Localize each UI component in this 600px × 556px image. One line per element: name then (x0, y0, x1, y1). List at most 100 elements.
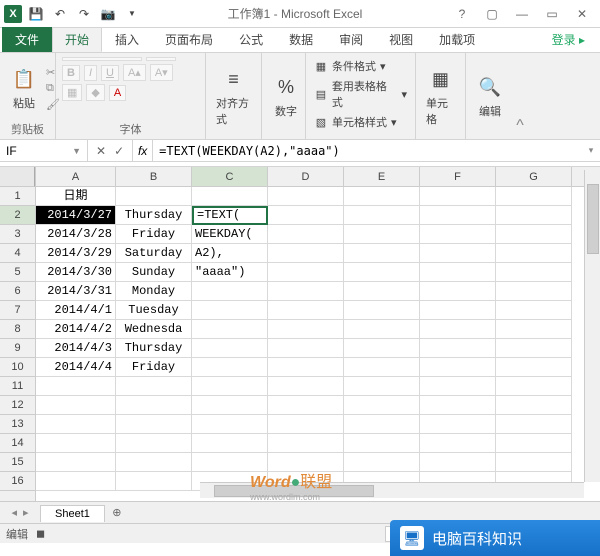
cells-area[interactable]: 日期2014/3/27 Thursday =TEXT( 2014/3/28Friday… (36, 187, 600, 491)
save-icon[interactable]: 💾 (26, 4, 46, 24)
cell-G6[interactable] (496, 282, 572, 301)
cell-E6[interactable] (344, 282, 420, 301)
cell-A3[interactable]: 2014/3/28 (36, 225, 116, 244)
cell-C1[interactable] (192, 187, 268, 206)
row-header-1[interactable]: 1 (0, 187, 35, 206)
cell-F11[interactable] (420, 377, 496, 396)
cell-D11[interactable] (268, 377, 344, 396)
cell-F8[interactable] (420, 320, 496, 339)
number-format-button[interactable]: % 数字 (268, 71, 304, 121)
cell-B14[interactable] (116, 434, 192, 453)
cell-F15[interactable] (420, 453, 496, 472)
col-header-A[interactable]: A (36, 167, 116, 186)
col-header-G[interactable]: G (496, 167, 572, 186)
col-header-E[interactable]: E (344, 167, 420, 186)
cell-F3[interactable] (420, 225, 496, 244)
cell-G1[interactable] (496, 187, 572, 206)
cell-B9[interactable]: Thursday (116, 339, 192, 358)
cell-C4[interactable]: A2), (192, 244, 268, 263)
font-size-dropdown[interactable] (146, 57, 176, 61)
cell-E5[interactable] (344, 263, 420, 282)
cell-D9[interactable] (268, 339, 344, 358)
cell-C15[interactable] (192, 453, 268, 472)
expand-formula-icon[interactable]: ▾ (582, 140, 600, 161)
cell-F9[interactable] (420, 339, 496, 358)
cell-E1[interactable] (344, 187, 420, 206)
vertical-scrollbar[interactable] (584, 170, 600, 482)
cell-A13[interactable] (36, 415, 116, 434)
cell-B16[interactable] (116, 472, 192, 491)
alignment-button[interactable]: ≡ 对齐方式 (212, 63, 255, 129)
cell-A14[interactable] (36, 434, 116, 453)
cell-A2[interactable]: 2014/3/27 (36, 206, 116, 225)
cell-C11[interactable] (192, 377, 268, 396)
cell-D8[interactable] (268, 320, 344, 339)
increase-font-button[interactable]: A▴ (123, 64, 146, 81)
cell-E9[interactable] (344, 339, 420, 358)
cell-F12[interactable] (420, 396, 496, 415)
cell-E4[interactable] (344, 244, 420, 263)
cells-button[interactable]: ▦ 单元格 (422, 63, 459, 129)
cell-E7[interactable] (344, 301, 420, 320)
decrease-font-button[interactable]: A▾ (150, 64, 173, 81)
row-header-5[interactable]: 5 (0, 263, 35, 282)
cell-G15[interactable] (496, 453, 572, 472)
minimize-icon[interactable]: — (508, 4, 536, 24)
cell-D12[interactable] (268, 396, 344, 415)
col-header-F[interactable]: F (420, 167, 496, 186)
italic-button[interactable]: I (84, 65, 97, 81)
cell-D1[interactable] (268, 187, 344, 206)
cell-B3[interactable]: Friday (116, 225, 192, 244)
cell-C14[interactable] (192, 434, 268, 453)
formula-input[interactable]: =TEXT(WEEKDAY(A2),"aaaa") (153, 140, 582, 161)
cell-G4[interactable] (496, 244, 572, 263)
accept-formula-icon[interactable]: ✓ (114, 144, 124, 158)
conditional-format-button[interactable]: ▦条件格式 ▾ (312, 57, 388, 75)
cell-C13[interactable] (192, 415, 268, 434)
sheet-tab-1[interactable]: Sheet1 (40, 505, 105, 522)
col-header-B[interactable]: B (116, 167, 192, 186)
cell-styles-button[interactable]: ▧单元格样式 ▾ (312, 113, 399, 131)
tab-home[interactable]: 开始 (52, 27, 102, 52)
cell-E15[interactable] (344, 453, 420, 472)
cell-B11[interactable] (116, 377, 192, 396)
cell-D13[interactable] (268, 415, 344, 434)
row-header-15[interactable]: 15 (0, 453, 35, 472)
bold-button[interactable]: B (62, 65, 80, 81)
cell-B6[interactable]: Monday (116, 282, 192, 301)
cell-F13[interactable] (420, 415, 496, 434)
cell-C3[interactable]: WEEKDAY( (192, 225, 268, 244)
cell-F2[interactable] (420, 206, 496, 225)
cell-A1[interactable]: 日期 (36, 187, 116, 206)
cell-G3[interactable] (496, 225, 572, 244)
cell-A15[interactable] (36, 453, 116, 472)
tab-view[interactable]: 视图 (376, 27, 426, 52)
cell-B5[interactable]: Sunday (116, 263, 192, 282)
cell-A8[interactable]: 2014/4/2 (36, 320, 116, 339)
cell-B7[interactable]: Tuesday (116, 301, 192, 320)
cell-C2[interactable]: =TEXT( (192, 206, 268, 225)
add-sheet-button[interactable]: ⊕ (105, 506, 129, 519)
row-header-14[interactable]: 14 (0, 434, 35, 453)
cell-A10[interactable]: 2014/4/4 (36, 358, 116, 377)
cell-E11[interactable] (344, 377, 420, 396)
row-header-11[interactable]: 11 (0, 377, 35, 396)
cell-G9[interactable] (496, 339, 572, 358)
row-header-13[interactable]: 13 (0, 415, 35, 434)
cell-E10[interactable] (344, 358, 420, 377)
cell-E3[interactable] (344, 225, 420, 244)
font-name-dropdown[interactable] (62, 57, 142, 61)
row-header-2[interactable]: 2 (0, 206, 35, 225)
tab-data[interactable]: 数据 (276, 27, 326, 52)
cell-F10[interactable] (420, 358, 496, 377)
cell-B15[interactable] (116, 453, 192, 472)
cell-G5[interactable] (496, 263, 572, 282)
name-box[interactable]: IF▼ (0, 140, 88, 161)
paste-button[interactable]: 📋 粘贴 (6, 63, 42, 113)
maximize-icon[interactable]: ▭ (538, 4, 566, 24)
cell-C10[interactable] (192, 358, 268, 377)
cell-C6[interactable] (192, 282, 268, 301)
sheet-nav[interactable]: ◂▸ (0, 506, 40, 519)
cell-F5[interactable] (420, 263, 496, 282)
cell-D5[interactable] (268, 263, 344, 282)
